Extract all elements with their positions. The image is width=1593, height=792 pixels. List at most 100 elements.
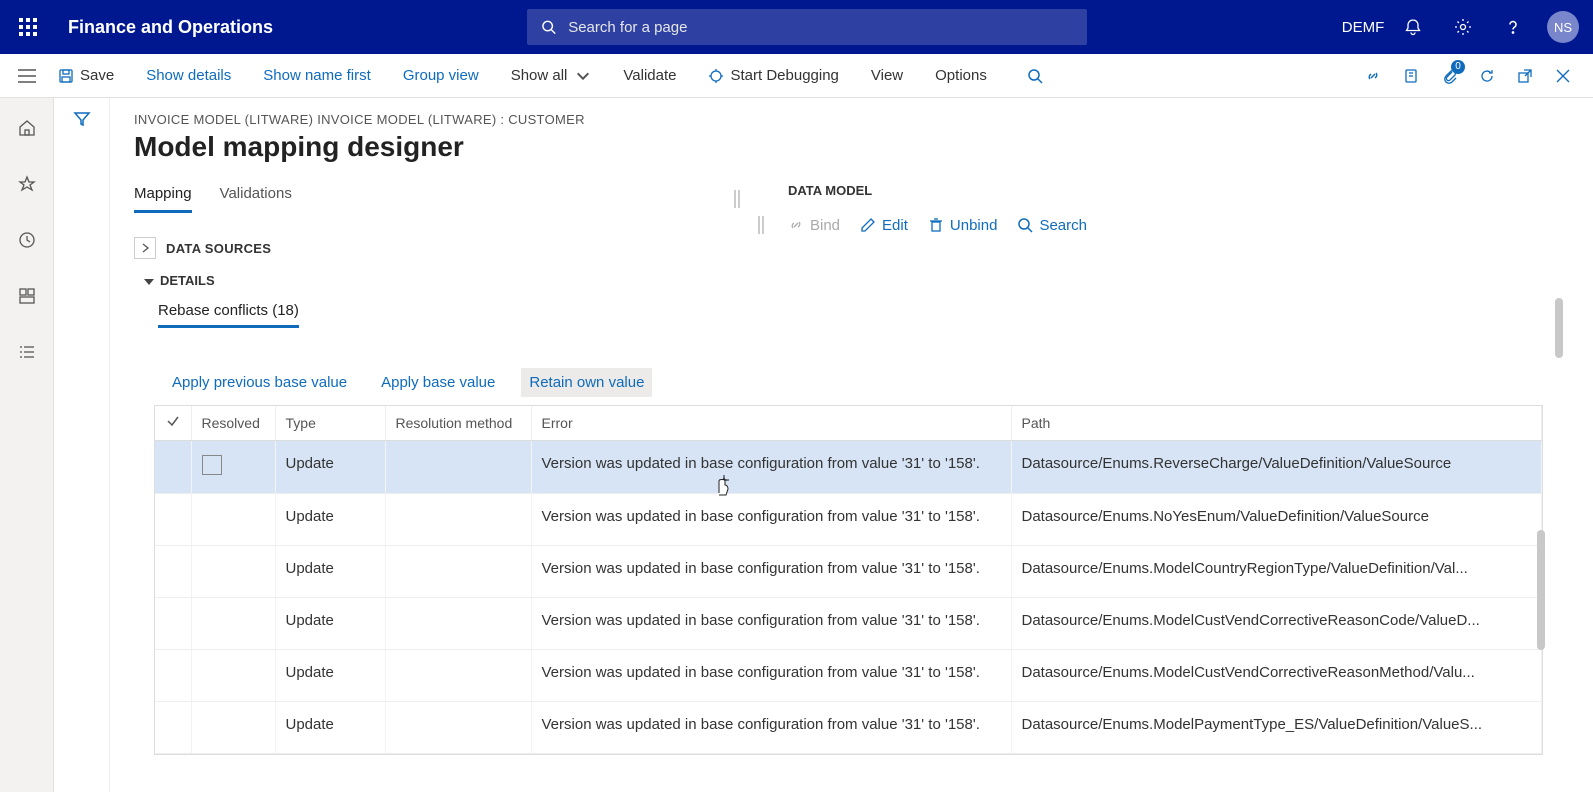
show-details-button[interactable]: Show details bbox=[138, 63, 239, 88]
popout-icon[interactable] bbox=[1507, 58, 1543, 94]
dm-search-button[interactable]: Search bbox=[1017, 217, 1087, 234]
row-select-cell[interactable] bbox=[155, 701, 191, 753]
search-icon bbox=[541, 19, 556, 35]
retain-own-button[interactable]: Retain own value bbox=[521, 368, 652, 397]
link-icon[interactable] bbox=[1355, 58, 1391, 94]
page-title: Model mapping designer bbox=[134, 131, 1593, 163]
bind-button: Bind bbox=[788, 217, 840, 234]
workspace-icon[interactable] bbox=[7, 276, 47, 316]
row-resolved-cell[interactable] bbox=[191, 649, 275, 701]
row-error-cell: Version was updated in base configuratio… bbox=[531, 440, 1011, 493]
data-sources-title: DATA SOURCES bbox=[166, 241, 271, 256]
edit-label: Edit bbox=[882, 217, 908, 234]
unbind-button[interactable]: Unbind bbox=[928, 217, 998, 234]
select-all-header[interactable] bbox=[155, 406, 191, 440]
table-scrollbar[interactable] bbox=[1537, 530, 1545, 650]
details-header[interactable]: DETAILS bbox=[134, 273, 724, 288]
edit-button[interactable]: Edit bbox=[860, 217, 908, 234]
row-type-cell: Update bbox=[275, 701, 385, 753]
row-path-cell: Datasource/Enums.ModelCountryRegionType/… bbox=[1011, 545, 1542, 597]
gear-icon[interactable] bbox=[1441, 5, 1485, 49]
row-select-cell[interactable] bbox=[155, 545, 191, 597]
filter-icon[interactable] bbox=[73, 110, 91, 792]
attach-badge: 0 bbox=[1451, 60, 1465, 74]
company-selector[interactable]: DEMF bbox=[1341, 5, 1385, 49]
row-select-cell[interactable] bbox=[155, 597, 191, 649]
row-resolved-cell[interactable] bbox=[191, 440, 275, 493]
top-navbar: Finance and Operations DEMF NS bbox=[0, 0, 1593, 54]
row-method-cell bbox=[385, 493, 531, 545]
row-error-cell: Version was updated in base configuratio… bbox=[531, 545, 1011, 597]
show-all-button[interactable]: Show all bbox=[503, 63, 600, 88]
star-icon[interactable] bbox=[7, 164, 47, 204]
waffle-icon[interactable] bbox=[8, 7, 48, 47]
view-button[interactable]: View bbox=[863, 63, 911, 88]
home-icon[interactable] bbox=[7, 108, 47, 148]
app-title: Finance and Operations bbox=[68, 17, 273, 38]
refresh-icon[interactable] bbox=[1469, 58, 1505, 94]
data-model-toolbar: Bind Edit Unbind Search bbox=[734, 216, 1593, 234]
row-path-cell: Datasource/Enums.ModelCustVendCorrective… bbox=[1011, 597, 1542, 649]
row-select-cell[interactable] bbox=[155, 493, 191, 545]
left-rail bbox=[0, 98, 54, 792]
row-path-cell: Datasource/Enums.NoYesEnum/ValueDefiniti… bbox=[1011, 493, 1542, 545]
hamburger-icon[interactable] bbox=[12, 69, 42, 83]
row-resolved-cell[interactable] bbox=[191, 597, 275, 649]
conflicts-table: Resolved Type Resolution method Error Pa… bbox=[154, 405, 1543, 755]
table-row[interactable]: UpdateVersion was updated in base config… bbox=[155, 701, 1542, 753]
validate-button[interactable]: Validate bbox=[615, 63, 684, 88]
user-avatar[interactable]: NS bbox=[1547, 11, 1579, 43]
show-name-first-button[interactable]: Show name first bbox=[255, 63, 379, 88]
col-path[interactable]: Path bbox=[1011, 406, 1542, 440]
splitter-handle[interactable] bbox=[734, 190, 740, 208]
start-debugging-button[interactable]: Start Debugging bbox=[700, 63, 846, 88]
debug-icon bbox=[708, 68, 724, 84]
bell-icon[interactable] bbox=[1391, 5, 1435, 49]
row-select-cell[interactable] bbox=[155, 649, 191, 701]
tab-mapping[interactable]: Mapping bbox=[134, 181, 192, 213]
table-row[interactable]: UpdateVersion was updated in base config… bbox=[155, 649, 1542, 701]
bind-label: Bind bbox=[810, 217, 840, 234]
row-resolved-cell[interactable] bbox=[191, 545, 275, 597]
table-row[interactable]: UpdateVersion was updated in base config… bbox=[155, 440, 1542, 493]
options-button[interactable]: Options bbox=[927, 63, 995, 88]
show-all-label: Show all bbox=[511, 67, 568, 84]
toolbar-splitter-handle[interactable] bbox=[758, 216, 764, 234]
close-icon[interactable] bbox=[1545, 58, 1581, 94]
expand-icon[interactable] bbox=[134, 237, 156, 259]
table-row[interactable]: UpdateVersion was updated in base config… bbox=[155, 493, 1542, 545]
search-action-icon[interactable] bbox=[1017, 58, 1053, 94]
row-resolved-cell[interactable] bbox=[191, 701, 275, 753]
col-error[interactable]: Error bbox=[531, 406, 1011, 440]
modules-icon[interactable] bbox=[7, 332, 47, 372]
recent-icon[interactable] bbox=[7, 220, 47, 260]
global-search[interactable] bbox=[527, 9, 1087, 45]
col-type[interactable]: Type bbox=[275, 406, 385, 440]
apply-previous-base-button[interactable]: Apply previous base value bbox=[164, 368, 355, 397]
apply-base-button[interactable]: Apply base value bbox=[373, 368, 503, 397]
bind-icon bbox=[788, 217, 804, 233]
data-sources-section: DATA SOURCES bbox=[134, 237, 724, 259]
help-icon[interactable] bbox=[1491, 5, 1535, 49]
group-view-button[interactable]: Group view bbox=[395, 63, 487, 88]
table-row[interactable]: UpdateVersion was updated in base config… bbox=[155, 597, 1542, 649]
search-icon bbox=[1017, 217, 1033, 233]
search-input[interactable] bbox=[568, 19, 1073, 36]
main-region: INVOICE MODEL (LITWARE) INVOICE MODEL (L… bbox=[0, 98, 1593, 792]
trash-icon bbox=[928, 217, 944, 233]
table-row[interactable]: UpdateVersion was updated in base config… bbox=[155, 545, 1542, 597]
col-method[interactable]: Resolution method bbox=[385, 406, 531, 440]
rebase-conflicts-tab[interactable]: Rebase conflicts (18) bbox=[134, 302, 724, 328]
row-resolved-cell[interactable] bbox=[191, 493, 275, 545]
save-button[interactable]: Save bbox=[50, 63, 122, 88]
unbind-label: Unbind bbox=[950, 217, 998, 234]
scrollbar[interactable] bbox=[1555, 298, 1563, 358]
attach-icon[interactable]: 0 bbox=[1431, 58, 1467, 94]
row-select-cell[interactable] bbox=[155, 440, 191, 493]
row-method-cell bbox=[385, 701, 531, 753]
tab-validations[interactable]: Validations bbox=[220, 181, 292, 213]
col-resolved[interactable]: Resolved bbox=[191, 406, 275, 440]
page-content: INVOICE MODEL (LITWARE) INVOICE MODEL (L… bbox=[110, 98, 1593, 792]
checkbox[interactable] bbox=[202, 455, 222, 475]
page-icon[interactable] bbox=[1393, 58, 1429, 94]
